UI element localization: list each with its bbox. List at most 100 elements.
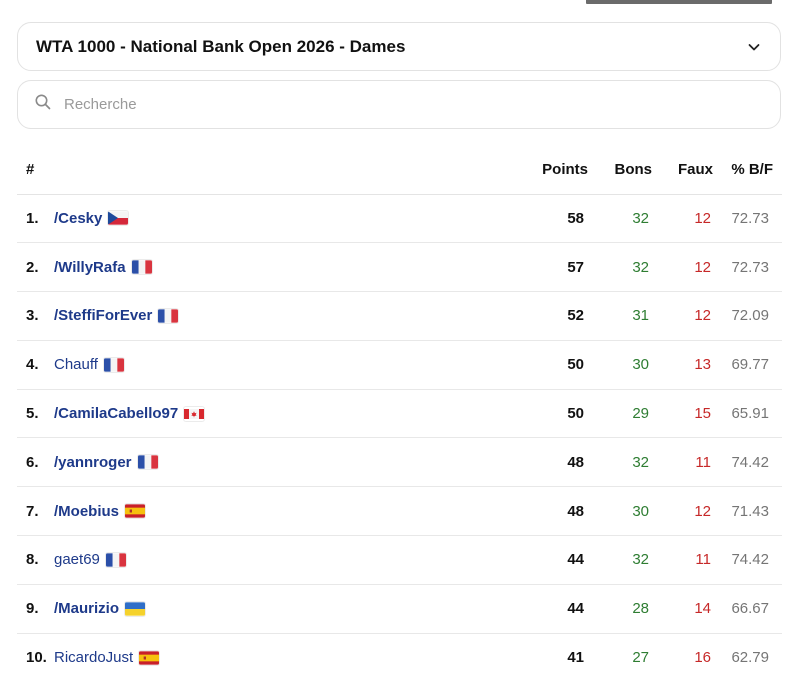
table-row: 3./SteffiForEver 52 31 12 72.09 [17, 291, 782, 341]
pct-cell: 65.91 [713, 389, 782, 439]
search-input[interactable] [64, 96, 764, 113]
pct-cell: 74.42 [713, 535, 782, 585]
pct-cell: 66.67 [713, 584, 782, 634]
points-cell: 57 [518, 242, 588, 293]
points-cell: 44 [518, 535, 588, 585]
player-cell: Chauff [54, 340, 518, 390]
points-cell: 58 [518, 194, 588, 244]
bons-cell: 30 [588, 486, 652, 537]
faux-cell: 11 [652, 437, 713, 488]
player-cell: /Moebius [54, 486, 518, 537]
table-row: 7./Moebius 48 30 12 71.43 [17, 486, 782, 537]
rank-cell: 3. [17, 291, 54, 341]
player-cell: RicardoJust [54, 633, 518, 682]
bons-cell: 27 [632, 649, 649, 667]
points-cell: 44 [518, 584, 588, 634]
bons-cell: 30 [588, 340, 652, 390]
table-row: 6./yannroger 48 32 11 74.42 [17, 437, 782, 488]
faux-cell: 16 [694, 649, 711, 667]
player-cell: gaet69 [54, 535, 518, 585]
table-row: 8. gaet69 44 32 11 74.42 [17, 535, 782, 585]
fr-flag-icon [103, 358, 124, 372]
player-cell: /WillyRafa [54, 242, 518, 293]
tournament-select-label: WTA 1000 - National Bank Open 2026 - Dam… [36, 36, 406, 56]
points-cell: 50 [518, 340, 588, 390]
ranking-table: # Points Bons Faux % B/F 1./Cesky 58 32 12 7… [17, 146, 782, 682]
header-faux[interactable]: Faux [652, 146, 713, 195]
fr-flag-icon [131, 260, 152, 274]
bons-cell: 32 [588, 535, 652, 585]
search-icon [34, 93, 52, 116]
player-cell: /SteffiForEver [54, 291, 518, 341]
bons-cell: 32 [588, 242, 652, 293]
points-cell: 48 [518, 486, 588, 537]
player-link[interactable]: /CamilaCabello97 [54, 405, 178, 422]
player-link[interactable]: /Cesky [54, 210, 102, 227]
header-player [54, 146, 518, 195]
table-header-row: # Points Bons Faux % B/F [17, 146, 782, 195]
player-link[interactable]: /Moebius [54, 503, 119, 520]
player-link[interactable]: Chauff [54, 356, 98, 373]
pct-cell: 72.09 [713, 291, 782, 341]
es-flag-icon [125, 504, 146, 518]
tournament-select[interactable]: WTA 1000 - National Bank Open 2026 - Dam… [17, 22, 781, 71]
faux-cell: 12 [652, 194, 713, 244]
rank-cell: 8. [17, 535, 54, 585]
player-cell: /Cesky [54, 194, 518, 244]
pct-cell: 62.79 [731, 649, 769, 667]
player-link[interactable]: /SteffiForEver [54, 307, 152, 324]
fr-flag-icon [158, 309, 179, 323]
faux-cell: 14 [652, 584, 713, 634]
pct-cell: 72.73 [713, 194, 782, 244]
player-cell: /CamilaCabello97 [54, 389, 518, 439]
header-points[interactable]: Points [518, 146, 588, 195]
header-pct[interactable]: % B/F [713, 146, 782, 195]
ca-flag-icon [184, 407, 205, 421]
table-row: 9./Maurizio 44 28 14 66.67 [17, 584, 782, 634]
header-rank[interactable]: # [17, 146, 54, 195]
player-cell: /Maurizio [54, 584, 518, 634]
player-link[interactable]: /yannroger [54, 454, 132, 471]
player-link[interactable]: RicardoJust [54, 649, 133, 666]
rank-cell: 9. [17, 584, 54, 634]
rank-cell: 5. [17, 389, 54, 439]
es-flag-icon [139, 651, 160, 665]
fr-flag-icon [105, 553, 126, 567]
pct-cell: 72.73 [713, 242, 782, 293]
points-cell: 48 [518, 437, 588, 488]
faux-cell: 15 [652, 389, 713, 439]
faux-cell: 13 [652, 340, 713, 390]
rank-cell: 2. [17, 242, 54, 293]
bons-cell: 28 [588, 584, 652, 634]
points-cell: 52 [518, 291, 588, 341]
header-bons[interactable]: Bons [588, 146, 652, 195]
player-cell: /yannroger [54, 437, 518, 488]
player-link[interactable]: /Maurizio [54, 600, 119, 617]
rank-cell: 10. [26, 649, 47, 667]
points-cell: 50 [518, 389, 588, 439]
table-row: 2./WillyRafa 57 32 12 72.73 [17, 242, 782, 293]
faux-cell: 12 [652, 486, 713, 537]
player-link[interactable]: gaet69 [54, 551, 100, 568]
fr-flag-icon [137, 455, 158, 470]
pct-cell: 74.42 [713, 437, 782, 488]
cz-flag-icon [108, 211, 129, 226]
rank-cell: 6. [17, 437, 54, 488]
chevron-down-icon [746, 39, 762, 55]
rank-cell: 1. [17, 194, 54, 244]
bons-cell: 31 [588, 291, 652, 341]
bons-cell: 32 [588, 194, 652, 244]
table-row: 1./Cesky 58 32 12 72.73 [17, 194, 782, 244]
rank-cell: 7. [17, 486, 54, 537]
ua-flag-icon [125, 602, 146, 616]
rank-cell: 4. [17, 340, 54, 390]
faux-cell: 11 [652, 535, 713, 585]
bons-cell: 32 [588, 437, 652, 488]
search-box[interactable] [17, 80, 781, 129]
table-row: 10. RicardoJust 41 27 16 62.79 [17, 633, 782, 682]
player-link[interactable]: /WillyRafa [54, 259, 126, 276]
points-cell: 41 [567, 649, 584, 667]
faux-cell: 12 [652, 242, 713, 293]
table-row: 5./CamilaCabello97 50 29 15 65.91 [17, 389, 782, 439]
active-tab-indicator [586, 0, 772, 4]
